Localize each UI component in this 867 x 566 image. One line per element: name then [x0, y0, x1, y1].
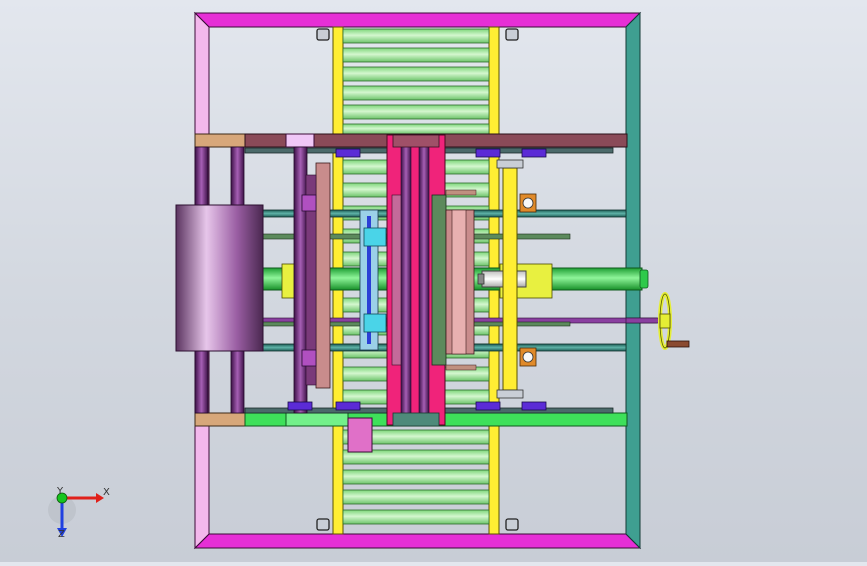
- winding-drum: [175, 204, 264, 352]
- cad-model-viewport[interactable]: X Y Z: [0, 0, 867, 562]
- triad-z-label: Z: [58, 529, 65, 540]
- machine-top-view: [48, 11, 690, 550]
- coordinate-triad: [48, 492, 104, 537]
- lower-clamp-block: [347, 417, 373, 453]
- upper-roller-conveyor: [332, 26, 500, 136]
- pneumatic-cylinder: [477, 270, 527, 288]
- triad-y-label: Y: [57, 486, 64, 497]
- triad-x-label: X: [103, 487, 110, 498]
